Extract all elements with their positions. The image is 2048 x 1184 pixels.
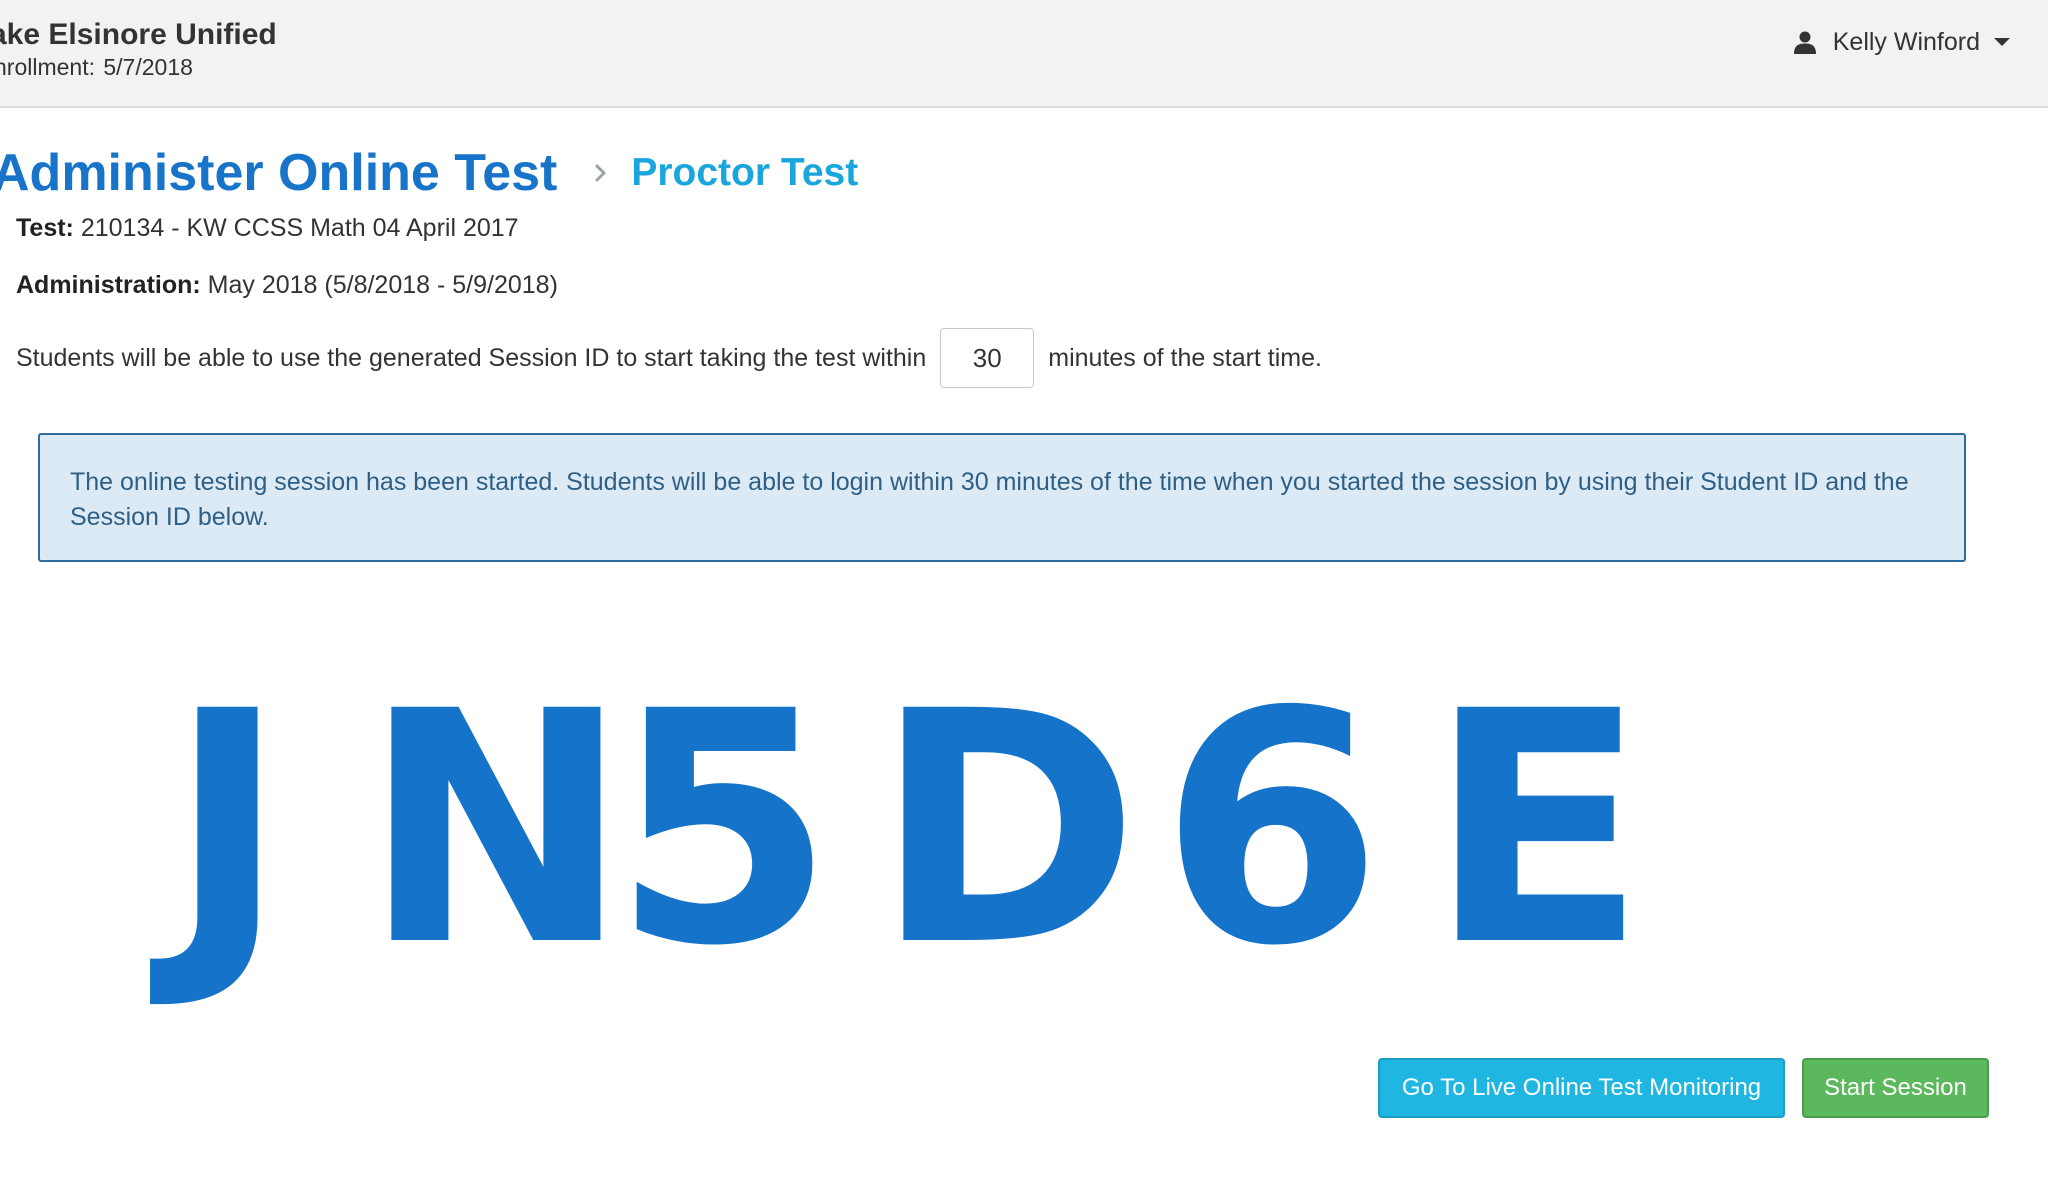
session-id-char: 6: [1160, 644, 1383, 1016]
administration-info: Administration: May 2018 (5/8/2018 - 5/9…: [16, 271, 558, 300]
session-id-char: N: [362, 644, 630, 1016]
session-window-prefix: Students will be able to use the generat…: [16, 343, 927, 372]
session-id-char: J: [168, 644, 288, 1016]
enrollment-date: 5/7/2018: [103, 54, 193, 80]
session-id: J N 5 D 6 E: [168, 670, 1648, 990]
breadcrumb-current: Proctor Test: [631, 151, 859, 194]
administration-value: May 2018 (5/8/2018 - 5/9/2018): [207, 271, 558, 299]
enrollment-info: nrollment: 5/7/2018: [0, 54, 193, 81]
session-started-alert: The online testing session has been star…: [38, 433, 1966, 562]
page-title[interactable]: Administer Online Test: [0, 143, 557, 203]
user-menu[interactable]: Kelly Winford: [1793, 26, 2010, 58]
test-value: 210134 - KW CCSS Math 04 April 2017: [80, 214, 519, 242]
district-name: ake Elsinore Unified: [0, 18, 277, 51]
test-label: Test:: [16, 214, 74, 242]
user-name: Kelly Winford: [1832, 27, 1980, 56]
administration-label: Administration:: [16, 271, 201, 299]
user-icon: [1793, 31, 1816, 54]
minutes-input[interactable]: [940, 328, 1035, 388]
session-id-char: 5: [612, 644, 835, 1016]
breadcrumb: Administer Online Test Proctor Test: [0, 138, 858, 208]
test-info: Test: 210134 - KW CCSS Math 04 April 201…: [16, 214, 519, 243]
session-window-suffix: minutes of the start time.: [1048, 343, 1322, 372]
session-window-row: Students will be able to use the generat…: [16, 326, 1322, 390]
session-id-char: E: [1428, 644, 1647, 1016]
alert-message: The online testing session has been star…: [70, 468, 1909, 531]
session-id-char: D: [874, 644, 1140, 1016]
start-session-button[interactable]: Start Session: [1802, 1058, 1989, 1118]
top-bar: ake Elsinore Unified nrollment: 5/7/2018…: [0, 0, 2048, 108]
live-monitoring-button[interactable]: Go To Live Online Test Monitoring: [1378, 1058, 1785, 1118]
enrollment-label: nrollment:: [0, 54, 95, 80]
chevron-right-icon: [595, 164, 606, 182]
caret-down-icon: [1994, 38, 2010, 46]
